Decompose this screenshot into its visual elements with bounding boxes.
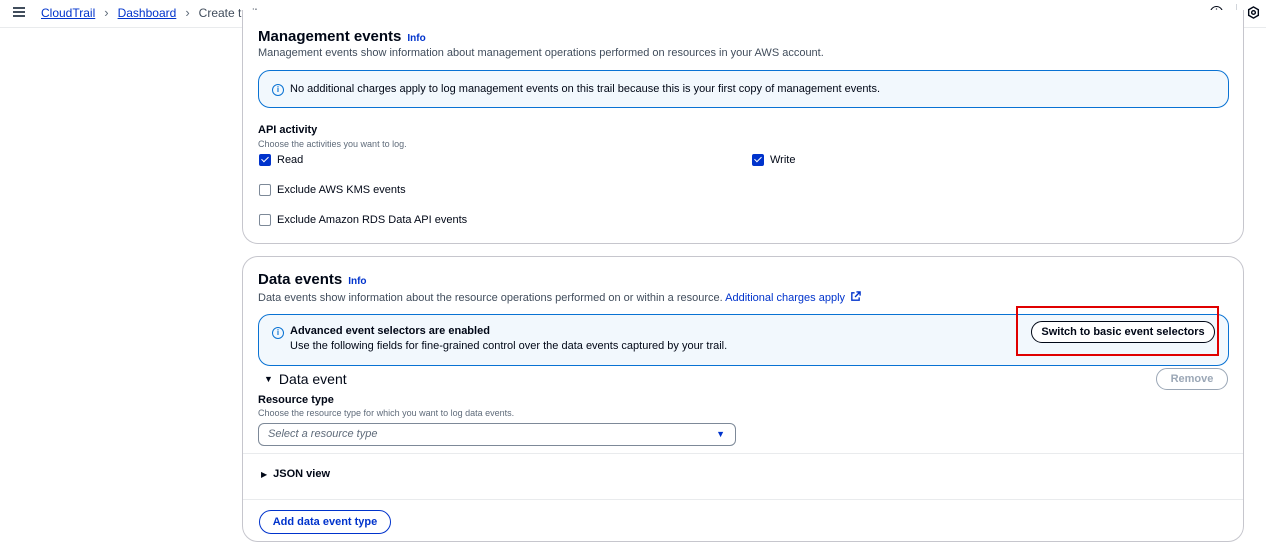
chevron-right-icon: › (185, 5, 190, 20)
json-view-label: JSON view (273, 468, 331, 480)
exclude-rds-checkbox[interactable]: Exclude Amazon RDS Data API events (259, 214, 467, 226)
management-info-alert: i No additional charges apply to log man… (258, 70, 1229, 108)
exclude-rds-label: Exclude Amazon RDS Data API events (277, 214, 468, 226)
management-info-link[interactable]: Info (407, 33, 425, 44)
additional-charges-link[interactable]: Additional charges apply (725, 292, 845, 304)
alert-body: Use the following fields for fine-graine… (290, 340, 728, 352)
management-events-title: Management events Info (258, 28, 426, 45)
resource-type-placeholder: Select a resource type (268, 428, 378, 440)
data-events-info-link[interactable]: Info (348, 276, 366, 287)
dropdown-arrow-icon: ▼ (716, 429, 725, 439)
exclude-kms-label: Exclude AWS KMS events (277, 184, 406, 196)
info-icon: i (272, 327, 284, 339)
checkbox-checked-icon[interactable] (752, 154, 764, 166)
exclude-kms-checkbox[interactable]: Exclude AWS KMS events (259, 184, 406, 196)
read-checkbox[interactable]: Read (259, 154, 303, 166)
remove-button[interactable]: Remove (1156, 368, 1228, 390)
resource-type-select[interactable]: Select a resource type ▼ (258, 423, 736, 446)
breadcrumb-dashboard[interactable]: Dashboard (118, 6, 177, 20)
switch-to-basic-selectors-button[interactable]: Switch to basic event selectors (1031, 321, 1215, 343)
checkbox-checked-icon[interactable] (259, 154, 271, 166)
menu-icon[interactable] (13, 7, 25, 17)
caret-down-icon: ▼ (264, 374, 273, 384)
caret-right-icon: ▶ (261, 469, 268, 479)
json-view-expander[interactable]: ▶ JSON view (261, 468, 330, 480)
data-event-expander[interactable]: ▼ Data event (264, 371, 347, 387)
resource-type-description: Choose the resource type for which you w… (258, 408, 515, 418)
divider (243, 453, 1243, 454)
data-events-panel: Data events Info Data events show informa… (242, 256, 1244, 542)
management-events-description: Management events show information about… (258, 47, 824, 59)
write-checkbox[interactable]: Write (752, 154, 795, 166)
add-data-event-type-button[interactable]: Add data event type (259, 510, 391, 534)
external-link-icon[interactable] (850, 291, 861, 302)
management-events-panel: Management events Info Management events … (242, 10, 1244, 244)
info-icon: i (272, 84, 284, 96)
resource-type-label: Resource type (258, 394, 334, 406)
data-events-description: Data events show information about the r… (258, 291, 861, 304)
checkbox-icon[interactable] (259, 214, 271, 226)
alert-title: Advanced event selectors are enabled (290, 325, 490, 337)
api-activity-description: Choose the activities you want to log. (258, 139, 407, 149)
write-label: Write (770, 154, 796, 166)
breadcrumb-cloudtrail[interactable]: CloudTrail (41, 6, 95, 20)
breadcrumb: CloudTrail › Dashboard › Create trail (41, 6, 257, 20)
chevron-right-icon: › (104, 5, 109, 20)
advanced-selectors-alert-text: Advanced event selectors are enabled Use… (290, 325, 727, 352)
advanced-selectors-alert: i Advanced event selectors are enabled U… (258, 314, 1229, 366)
divider (243, 499, 1243, 500)
management-alert-text: No additional charges apply to log manag… (290, 83, 881, 95)
read-label: Read (277, 154, 304, 166)
checkbox-icon[interactable] (259, 184, 271, 196)
settings-icon[interactable] (1247, 6, 1260, 19)
data-event-heading: Data event (278, 371, 347, 387)
api-activity-label: API activity (258, 124, 318, 136)
data-events-title: Data events Info (258, 271, 367, 288)
